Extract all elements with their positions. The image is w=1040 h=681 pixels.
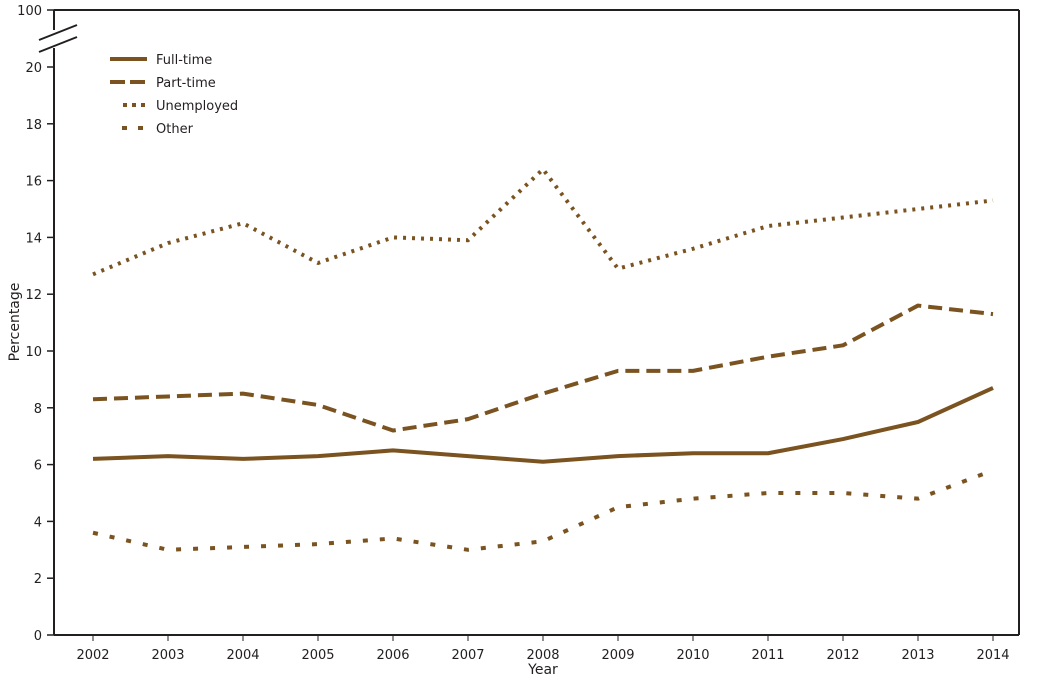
y-tick-label: 18: [25, 118, 42, 133]
x-tick-label: 2004: [226, 648, 259, 663]
series-line-part-time: [92, 303, 994, 433]
x-axis-title: Year: [527, 662, 558, 678]
y-tick-label: 12: [25, 288, 42, 303]
line-chart: 0 2 4 6 8 10 12 14 16 18 20 100 2002 2003 2004 2005 2006…: [7, 4, 1020, 678]
axis-break-mark: [38, 24, 78, 41]
legend-label: Unemployed: [156, 99, 238, 114]
x-tick-label: 2013: [901, 648, 934, 663]
y-tick-label: 16: [25, 175, 42, 190]
y-tick-label: 14: [25, 231, 42, 246]
axis-break-mark: [38, 36, 78, 53]
legend: Full-time Part-time Unemployed Other: [110, 53, 238, 137]
x-tick-label: 2003: [151, 648, 184, 663]
series-line-other: [92, 468, 994, 552]
y-axis-title: Percentage: [7, 283, 23, 362]
y-tick-label: 20: [25, 61, 42, 76]
legend-label: Other: [156, 122, 194, 137]
x-tick-label: 2005: [301, 648, 334, 663]
y-tick-label: 100: [17, 4, 42, 19]
x-tick-label: 2011: [751, 648, 784, 663]
y-tick-label: 8: [34, 402, 42, 417]
x-tick-label: 2008: [526, 648, 559, 663]
x-tick-label: 2002: [76, 648, 109, 663]
x-tick-label: 2012: [826, 648, 859, 663]
y-tick-label: 6: [34, 459, 42, 474]
series-line-unemployed: [92, 167, 994, 277]
series-line-full-time: [92, 386, 994, 464]
x-tick-label: 2009: [601, 648, 634, 663]
y-tick-label: 4: [34, 515, 42, 530]
x-tick-label: 2007: [451, 648, 484, 663]
x-tick-label: 2010: [676, 648, 709, 663]
series-group: [92, 167, 994, 552]
legend-label: Full-time: [156, 53, 212, 68]
x-tick-label: 2014: [976, 648, 1009, 663]
y-tick-label: 2: [34, 572, 42, 587]
x-tick-label: 2006: [376, 648, 409, 663]
y-tick-label: 10: [25, 345, 42, 360]
y-tick-label: 0: [34, 629, 42, 644]
legend-label: Part-time: [156, 76, 216, 91]
